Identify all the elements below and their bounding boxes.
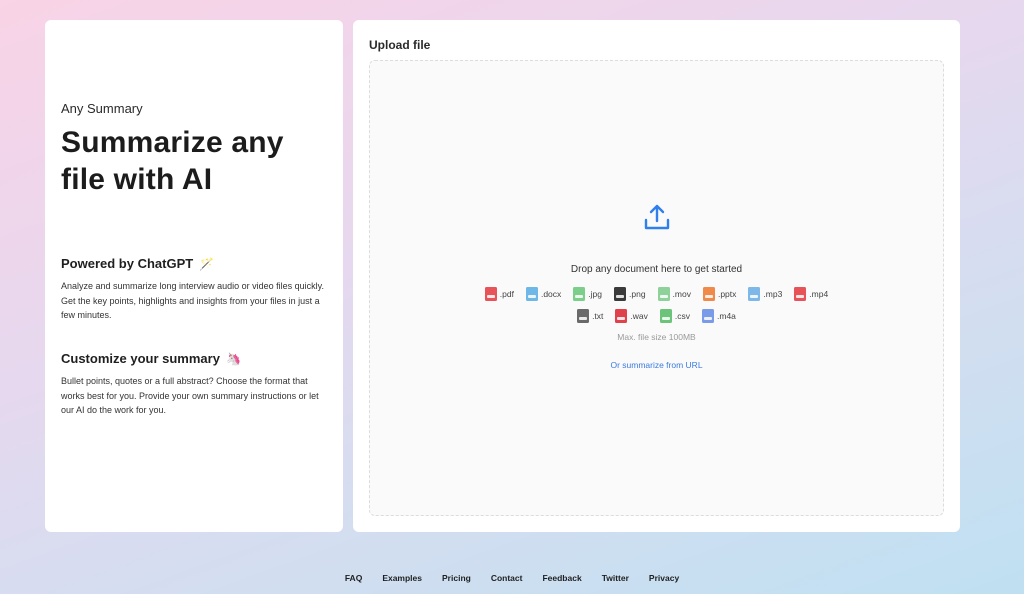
jpg-file-icon	[573, 287, 586, 301]
file-type-label: .m4a	[717, 311, 736, 321]
magic-wand-icon: 🪄	[199, 256, 215, 271]
file-dropzone[interactable]: Drop any document here to get started .p…	[369, 60, 944, 516]
txt-file-icon	[577, 309, 590, 323]
docx-file-icon	[525, 287, 538, 301]
file-types-row: .pdf .docx .jpg .png .mov .pptx .mp3 .mp4	[370, 287, 943, 301]
footer-link-twitter[interactable]: Twitter	[602, 573, 629, 583]
file-type-label: .mp4	[809, 289, 829, 299]
file-type-item: .txt	[577, 309, 603, 323]
summarize-from-url-link[interactable]: Or summarize from URL	[370, 360, 943, 370]
file-type-item: .pptx	[702, 287, 737, 301]
mov-file-icon	[657, 287, 670, 301]
file-type-item: .wav	[615, 309, 648, 323]
upload-panel: Upload file Drop any document here to ge…	[353, 20, 960, 532]
csv-file-icon	[659, 309, 672, 323]
wav-file-icon	[615, 309, 628, 323]
file-type-item: .mov	[657, 287, 691, 301]
file-type-item: .m4a	[702, 309, 736, 323]
hero-title: Summarize any file with AI	[61, 126, 284, 196]
pdf-file-icon	[484, 287, 497, 301]
file-type-label: .wav	[630, 311, 648, 321]
footer-link-contact[interactable]: Contact	[491, 573, 523, 583]
m4a-file-icon	[702, 309, 715, 323]
upload-icon	[644, 204, 670, 230]
file-type-label: .txt	[592, 311, 604, 321]
footer-link-privacy[interactable]: Privacy	[649, 573, 679, 583]
brand-name: Any Summary	[61, 101, 143, 116]
drop-instructions: Drop any document here to get started	[570, 264, 743, 275]
footer-link-feedback[interactable]: Feedback	[542, 573, 581, 583]
file-type-label: .docx	[540, 289, 562, 299]
mp4-file-icon	[794, 287, 807, 301]
file-type-label: .pptx	[717, 289, 737, 299]
section-title-powered: Powered by ChatGPT 🪄	[61, 256, 214, 271]
section-title-text: Powered by ChatGPT	[61, 256, 194, 271]
file-types-row: .txt .wav .csv .m4a	[370, 309, 943, 323]
file-type-item: .csv	[659, 309, 691, 323]
footer-link-pricing[interactable]: Pricing	[442, 573, 471, 583]
file-type-label: .mov	[672, 289, 691, 299]
footer-nav: FAQ Examples Pricing Contact Feedback Twitter…	[0, 573, 1024, 583]
intro-panel: Any Summary Summarize any file with AI P…	[45, 20, 343, 532]
file-type-item: .mp3	[748, 287, 782, 301]
file-type-label: .png	[629, 289, 646, 299]
section-body-customize: Bullet points, quotes or a full abstract…	[61, 376, 319, 415]
file-type-label: .csv	[674, 311, 691, 321]
file-type-label: .pdf	[499, 289, 514, 299]
file-type-item: .jpg	[573, 287, 602, 301]
section-title-text: Customize your summary	[61, 351, 220, 366]
section-title-customize: Customize your summary 🦄	[61, 351, 241, 366]
pptx-file-icon	[702, 287, 715, 301]
upload-title: Upload file	[369, 38, 431, 52]
file-type-item: .mp4	[794, 287, 828, 301]
file-type-item: .docx	[525, 287, 562, 301]
file-type-item: .pdf	[484, 287, 514, 301]
file-type-item: .png	[614, 287, 646, 301]
footer-link-faq[interactable]: FAQ	[345, 573, 362, 583]
file-type-label: .jpg	[588, 289, 602, 299]
section-body-powered: Analyze and summarize long interview aud…	[61, 281, 324, 320]
unicorn-icon: 🦄	[225, 351, 241, 366]
png-file-icon	[614, 287, 626, 301]
file-type-label: .mp3	[763, 289, 783, 299]
footer-link-examples[interactable]: Examples	[382, 573, 422, 583]
max-file-size: Max. file size 100MB	[617, 332, 696, 342]
mp3-file-icon	[748, 287, 761, 301]
